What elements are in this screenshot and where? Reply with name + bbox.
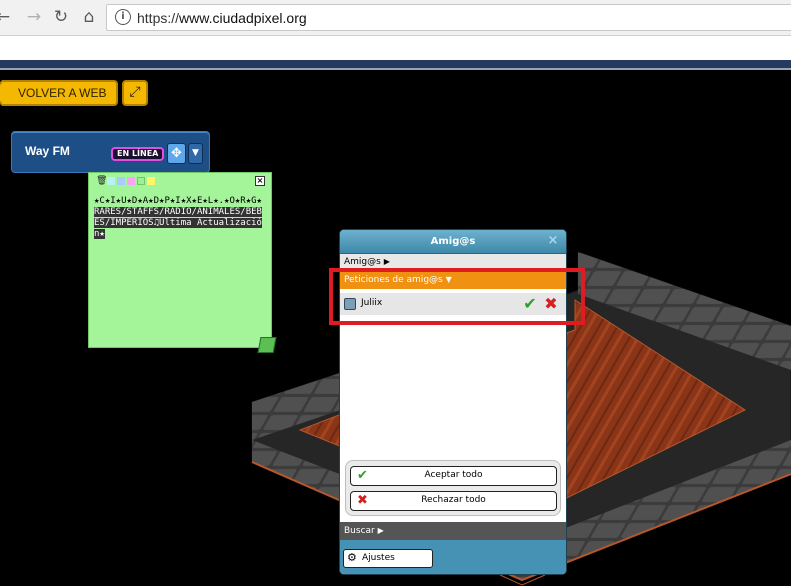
search-label: Buscar <box>344 526 375 536</box>
bulk-actions-panel: ✔ Aceptar todo ✖ Rechazar todo <box>345 460 561 516</box>
note-line-2: RARES/STAFFS/RADIO/ANIMALES/BEBES/IMPERI… <box>94 207 262 239</box>
x-icon: ✖ <box>357 493 368 508</box>
chevron-down-icon[interactable]: ▼ <box>188 143 203 164</box>
note-line-1: ★C★I★U★D★A★D★P★I★X★E★L★.★O★R★G★ <box>94 196 262 206</box>
friends-section-label: Amig@s <box>344 257 381 267</box>
radio-widget: Way FM EN LÍNEA ✥ ▼ <box>11 131 210 173</box>
color-swatch-cyan[interactable] <box>107 177 115 185</box>
trash-icon[interactable]: 🗑 <box>96 176 107 186</box>
chevron-right-icon: ▶ <box>383 257 390 266</box>
color-swatch-yellow[interactable] <box>147 177 155 185</box>
reject-all-label: Rechazar todo <box>421 495 486 505</box>
online-status-badge: EN LÍNEA <box>111 147 165 161</box>
screenshot-root: { "browser": { "back_icon": "arrow-left-… <box>0 0 791 586</box>
accept-all-button[interactable]: ✔ Aceptar todo <box>350 466 557 486</box>
color-swatch-blue[interactable] <box>117 177 125 185</box>
settings-button[interactable]: ⚙ Ajustes <box>343 549 433 568</box>
note-fold-icon[interactable] <box>257 337 277 353</box>
close-icon[interactable]: × <box>255 176 265 186</box>
settings-label: Ajustes <box>362 553 395 563</box>
chevron-right-icon: ▶ <box>377 526 384 535</box>
sticky-note[interactable]: 🗑 × ★C★I★U★D★A★D★P★I★X★E★L★.★O★R★G★RARES… <box>88 172 277 353</box>
highlight-box <box>329 268 585 325</box>
check-icon: ✔ <box>357 468 368 483</box>
friends-window-footer: ⚙ Ajustes <box>340 540 566 574</box>
reject-all-button[interactable]: ✖ Rechazar todo <box>350 491 557 511</box>
expand-arrows-icon[interactable]: ⤢ <box>122 80 148 106</box>
friends-window-title[interactable]: Amig@s <box>340 230 566 254</box>
close-icon[interactable]: × <box>546 234 560 248</box>
note-text[interactable]: ★C★I★U★D★A★D★P★I★X★E★L★.★O★R★G★RARES/STA… <box>94 196 266 240</box>
gear-icon: ⚙ <box>347 551 357 564</box>
move-icon[interactable]: ✥ <box>167 143 186 164</box>
color-swatch-pink[interactable] <box>127 177 135 185</box>
search-section-header[interactable]: Buscar ▶ <box>340 522 566 540</box>
back-to-web-button[interactable]: VOLVER A WEB <box>0 80 118 106</box>
radio-station-name: Way FM <box>25 144 70 158</box>
friends-window-title-text: Amig@s <box>430 236 476 247</box>
accept-all-label: Aceptar todo <box>424 470 483 480</box>
color-swatch-green[interactable] <box>137 177 145 185</box>
